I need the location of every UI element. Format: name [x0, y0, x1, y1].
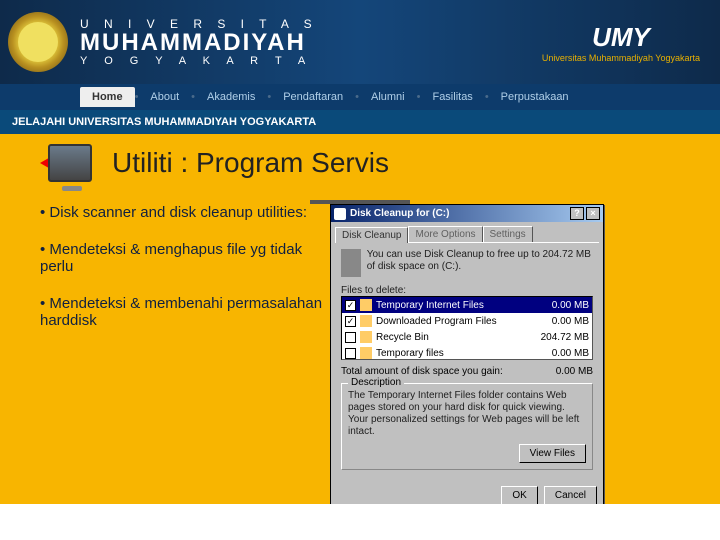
monitor-icon: [48, 144, 92, 182]
wordmark-main: MUHAMMADIYAH: [80, 31, 318, 55]
item-size: 204.72 MB: [531, 332, 589, 343]
slide-content: Utiliti : Program Servis • Disk scanner …: [0, 134, 720, 522]
checkbox[interactable]: ✓: [345, 300, 356, 311]
university-logo: [8, 12, 68, 72]
list-item: Recycle Bin 204.72 MB: [342, 329, 592, 345]
item-size: 0.00 MB: [531, 300, 589, 311]
tab-panel: You can use Disk Cleanup to free up to 2…: [335, 242, 599, 476]
slide-text: • Disk scanner and disk cleanup utilitie…: [40, 204, 330, 349]
tab-settings[interactable]: Settings: [483, 226, 533, 242]
window-title: Disk Cleanup for (C:): [350, 208, 449, 219]
item-name: Downloaded Program Files: [376, 316, 531, 327]
checkbox[interactable]: [345, 348, 356, 359]
footer-whitespace: [0, 504, 720, 540]
folder-icon: [360, 315, 372, 327]
wordmark: U N I V E R S I T A S MUHAMMADIYAH Y O G…: [80, 17, 318, 67]
total-label: Total amount of disk space you gain:: [341, 366, 503, 377]
checkbox[interactable]: ✓: [345, 316, 356, 327]
item-size: 0.00 MB: [531, 316, 589, 327]
tab-disk-cleanup[interactable]: Disk Cleanup: [335, 227, 408, 243]
page-title: Utiliti : Program Servis: [112, 147, 389, 179]
help-button[interactable]: ?: [570, 207, 584, 220]
list-item: ✓ Downloaded Program Files 0.00 MB: [342, 313, 592, 329]
umy-text: UMY: [542, 22, 700, 53]
description-group-title: Description: [348, 377, 404, 388]
nav-pendaftaran[interactable]: Pendaftaran: [271, 91, 355, 103]
folder-icon: [360, 331, 372, 343]
item-size: 0.00 MB: [531, 348, 589, 359]
umy-badge: UMY Universitas Muhammadiyah Yogyakarta: [542, 22, 700, 63]
description-text: The Temporary Internet Files folder cont…: [348, 390, 586, 438]
item-name: Recycle Bin: [376, 332, 531, 343]
titlebar[interactable]: Disk Cleanup for (C:) ? ×: [331, 205, 603, 222]
nav-home-tab[interactable]: Home: [80, 87, 135, 107]
folder-icon: [360, 299, 372, 311]
files-listbox[interactable]: ✓ Temporary Internet Files 0.00 MB ✓ Dow…: [341, 296, 593, 360]
tab-more-options[interactable]: More Options: [408, 226, 482, 242]
wordmark-bottom: Y O G Y A K A R T A: [80, 55, 318, 67]
list-item: Temporary files 0.00 MB: [342, 345, 592, 360]
close-button[interactable]: ×: [586, 207, 600, 220]
nav-alumni[interactable]: Alumni: [359, 91, 417, 103]
info-text: You can use Disk Cleanup to free up to 2…: [367, 249, 593, 277]
bullet-1: Mendeteksi & menghapus file yg tidak per…: [40, 241, 330, 275]
nav-fasilitas[interactable]: Fasilitas: [420, 91, 484, 103]
item-name: Temporary files: [376, 348, 531, 359]
nav-perpustakaan[interactable]: Perpustakaan: [489, 91, 581, 103]
sub-banner: JELAJAHI UNIVERSITAS MUHAMMADIYAH YOGYAK…: [0, 110, 720, 134]
ok-button[interactable]: OK: [501, 486, 537, 505]
list-item: ✓ Temporary Internet Files 0.00 MB: [342, 297, 592, 313]
nav-akademis[interactable]: Akademis: [195, 91, 267, 103]
view-files-button[interactable]: View Files: [519, 444, 586, 463]
main-nav: Home •About •Akademis •Pendaftaran •Alum…: [0, 84, 720, 110]
disk-cleanup-icon: [334, 208, 346, 220]
cancel-button[interactable]: Cancel: [544, 486, 597, 505]
description-group: Description The Temporary Internet Files…: [341, 383, 593, 470]
item-name: Temporary Internet Files: [376, 300, 531, 311]
disk-cleanup-window: Disk Cleanup for (C:) ? × Disk Cleanup M…: [330, 204, 604, 512]
drive-icon: [341, 249, 361, 277]
total-value: 0.00 MB: [556, 366, 593, 377]
checkbox[interactable]: [345, 332, 356, 343]
folder-icon: [360, 347, 372, 359]
site-header: U N I V E R S I T A S MUHAMMADIYAH Y O G…: [0, 0, 720, 84]
umy-tagline: Universitas Muhammadiyah Yogyakarta: [542, 53, 700, 63]
bullet-2: Mendeteksi & membenahi permasalahan hard…: [40, 295, 330, 329]
files-to-delete-label: Files to delete:: [341, 285, 593, 296]
lead-bullet: • Disk scanner and disk cleanup utilitie…: [40, 204, 330, 221]
nav-about[interactable]: About: [138, 91, 191, 103]
